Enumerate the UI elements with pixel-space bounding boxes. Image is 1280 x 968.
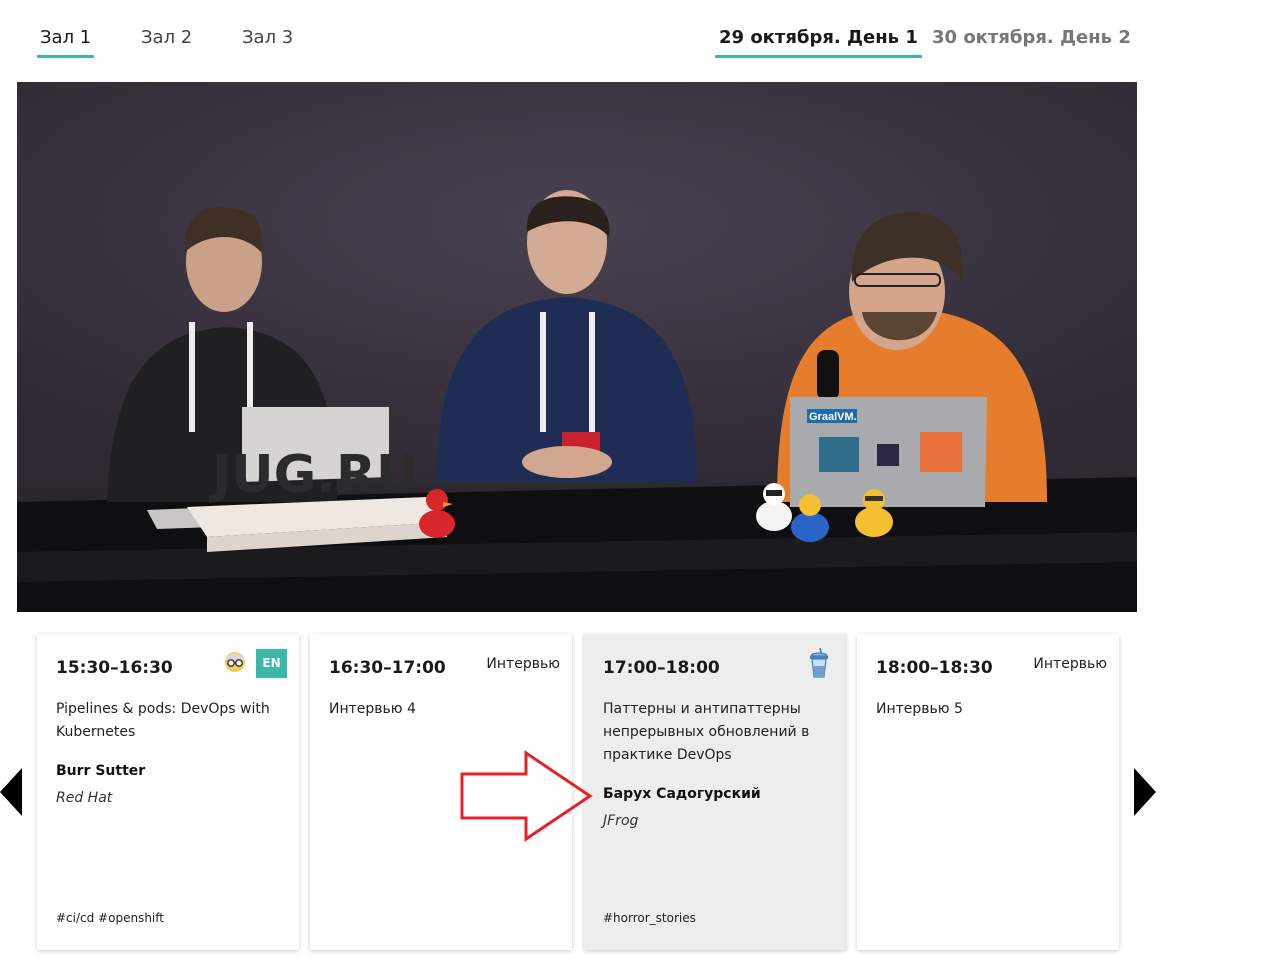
schedule-card[interactable]: 18:00–18:30 Интервью Интервью 5 [857,634,1119,950]
card-speaker[interactable]: Барух Садогурский [603,786,833,802]
laptop-brand-sticker: GraalVM. [809,411,857,423]
card-time: 17:00–18:00 [603,658,720,678]
tab-day-2[interactable]: 30 октября. День 2 [932,27,1131,61]
card-title: Pipelines & pods: DevOps with Kubernetes [56,701,270,740]
tab-day-1[interactable]: 29 октября. День 1 [715,27,922,61]
card-title: Паттерны и антипаттерны непрерывных обно… [603,701,810,763]
card-time: 15:30–16:30 [56,658,173,678]
next-arrow-icon[interactable] [1132,768,1158,816]
tab-hall-3[interactable]: Зал 3 [242,27,293,61]
prev-arrow-icon[interactable] [0,768,26,816]
card-tags: #ci/cd #openshift [56,911,164,925]
video-frame: GraalVM. JUG.RU [17,82,1137,612]
schedule-card-current[interactable]: 17:00–18:00 Паттерны и антипаттерны непр… [584,634,846,950]
card-kind: Интервью [486,656,560,672]
language-badge: EN [256,649,287,678]
drink-cup-icon [810,648,828,678]
jugru-logo-text: JUG.RU [209,445,418,505]
annotation-arrow-icon [460,750,593,842]
card-title: Интервью 5 [876,701,963,717]
video-player[interactable]: GraalVM. JUG.RU [17,82,1137,612]
tabs-bar: Зал 1 Зал 2 Зал 3 29 октября. День 1 30 … [0,0,1280,62]
card-title: Интервью 4 [329,701,416,717]
card-speaker[interactable]: Burr Sutter [56,763,286,779]
tab-hall-2[interactable]: Зал 2 [141,27,192,61]
schedule-card[interactable]: 15:30–16:30 EN Pipelines & pods: DevOps … [37,634,299,950]
card-company: Red Hat [56,790,113,806]
card-time: 16:30–17:00 [329,658,446,678]
tab-hall-1[interactable]: Зал 1 [36,27,95,61]
nerd-glasses-icon [225,652,245,672]
card-kind: Интервью [1033,656,1107,672]
card-time: 18:00–18:30 [876,658,993,678]
card-tags: #horror_stories [603,911,696,925]
card-company: JFrog [603,813,639,829]
